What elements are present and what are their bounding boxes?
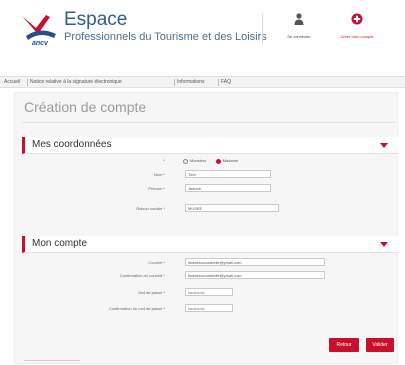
site-header: ancv Espace Professionnels du Tourisme e… xyxy=(0,0,405,68)
plus-circle-icon xyxy=(351,13,363,25)
chevron-down-icon[interactable] xyxy=(380,143,388,148)
section-coordonnees-header[interactable]: Mes coordonnées xyxy=(22,137,398,154)
prenom-input[interactable]: Jeanne xyxy=(185,184,271,192)
nav-item-faq[interactable]: FAQ xyxy=(221,79,231,85)
chevron-down-icon[interactable] xyxy=(380,242,388,247)
nav-separator xyxy=(27,79,28,86)
courriel-input[interactable]: lindaesuccosbelle@ymail.com xyxy=(185,258,325,266)
courriel-label: Courriel * xyxy=(148,260,165,265)
user-icon xyxy=(294,13,304,25)
retour-button[interactable]: Retour xyxy=(329,338,359,352)
nav-item-accueil[interactable]: Accueil xyxy=(4,79,20,85)
nav-separator xyxy=(218,79,219,86)
radio-monsieur-label: Monsieur xyxy=(190,158,207,164)
radio-circle-icon xyxy=(183,158,188,164)
prenom-label: Prénom * xyxy=(148,186,165,191)
password-confirm-input[interactable]: •••••••••••• xyxy=(185,304,233,312)
nom-input[interactable]: Toot xyxy=(185,170,271,178)
password-confirm-label: Confirmation du mot de passe * xyxy=(108,306,165,311)
nav-separator xyxy=(174,79,175,86)
radio-monsieur[interactable]: Monsieur xyxy=(183,158,207,164)
content-panel xyxy=(14,92,398,364)
raison-sociale-input[interactable]: MUSEE xyxy=(185,204,279,212)
nav-item-notice[interactable]: Notice relative à la signature électroni… xyxy=(30,79,122,85)
page-title: Création de compte xyxy=(24,99,147,115)
raison-sociale-label: Raison sociale * xyxy=(136,206,165,211)
login-label: Se connecter xyxy=(287,34,311,39)
courriel-confirm-label: Confirmation du courriel * xyxy=(119,273,165,278)
section-compte-title: Mon compte xyxy=(32,238,88,249)
civility-radio-group: Monsieur Madame xyxy=(183,158,246,164)
nav-item-informations[interactable]: Informations xyxy=(177,79,205,85)
ancv-logo-icon[interactable]: ancv xyxy=(20,12,60,46)
nom-label: Nom * xyxy=(153,172,165,177)
create-account-link[interactable]: Créer mon compte xyxy=(328,12,386,39)
password-input[interactable]: •••••••••••• xyxy=(185,288,233,296)
header-divider xyxy=(262,14,263,44)
login-link[interactable]: Se connecter xyxy=(270,12,328,39)
brand-subtitle: Professionnels du Tourisme et des Loisir… xyxy=(64,31,267,43)
section-coordonnees-title: Mes coordonnées xyxy=(32,139,112,150)
brand-title: Espace xyxy=(64,9,128,30)
footer-link-mark xyxy=(24,360,80,361)
courriel-confirm-input[interactable]: lindaesuccosbelle@ymail.com xyxy=(185,271,325,279)
logo-text: ancv xyxy=(32,40,49,46)
radio-madame-label: Madame xyxy=(222,158,239,164)
valider-button[interactable]: Valider xyxy=(366,338,394,352)
radio-madame[interactable]: Madame xyxy=(215,158,239,164)
civility-label: * xyxy=(163,158,165,163)
title-divider xyxy=(22,122,396,123)
section-compte-header[interactable]: Mon compte xyxy=(22,236,398,253)
main-nav: Accueil Notice relative à la signature é… xyxy=(0,76,405,88)
create-account-label: Créer mon compte xyxy=(340,34,374,39)
radio-circle-selected-icon xyxy=(215,158,221,164)
password-label: Mot de passe * xyxy=(138,290,165,295)
